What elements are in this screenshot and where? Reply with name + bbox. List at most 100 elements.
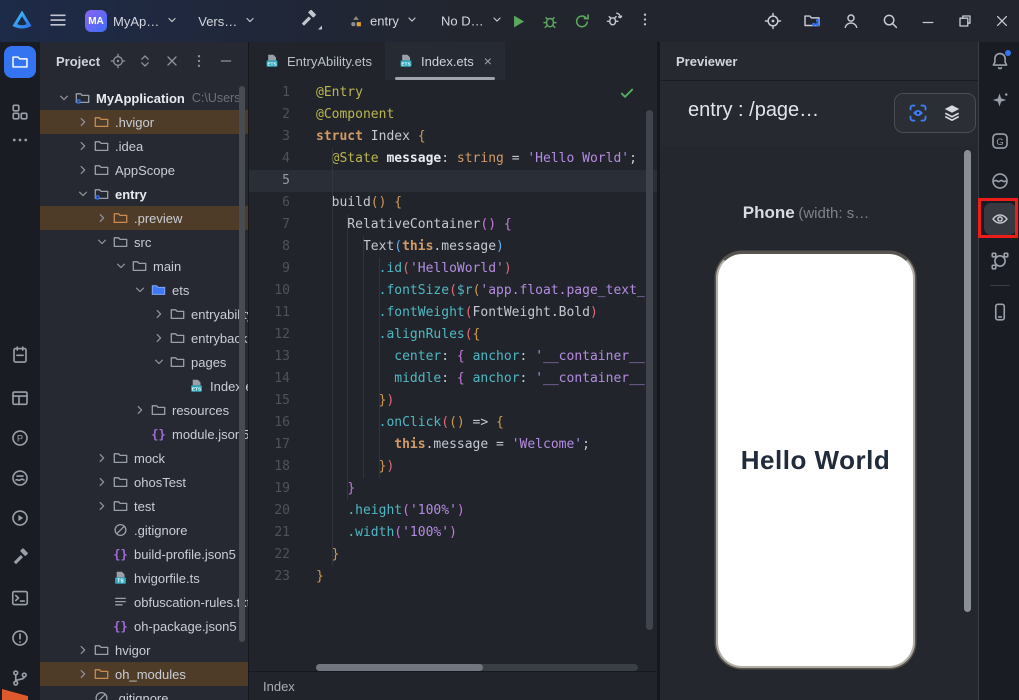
search-icon[interactable]	[881, 12, 899, 30]
tab-index-ets[interactable]: ETSIndex.ets×	[385, 42, 505, 80]
tree-item-pages[interactable]: pages	[40, 350, 248, 374]
tool-terminal[interactable]	[10, 588, 30, 608]
chevron-right-icon[interactable]	[94, 450, 110, 466]
tree-item-appscope[interactable]: AppScope	[40, 158, 248, 182]
expand-collapse-icon[interactable]	[137, 53, 153, 69]
account-icon[interactable]	[842, 12, 860, 30]
g-badge-tool-tool[interactable]: G	[990, 131, 1010, 151]
code-line-9[interactable]: 9 .id('HelloWorld')	[249, 258, 657, 280]
hide-icon[interactable]	[218, 53, 234, 69]
window-minimize-button[interactable]	[920, 13, 936, 29]
chevron-down-icon[interactable]	[132, 282, 148, 298]
code-line-12[interactable]: 12 .alignRules({	[249, 324, 657, 346]
tree-item-ets[interactable]: ets	[40, 278, 248, 302]
inspector-mode-button[interactable]	[908, 103, 928, 123]
project-structure-icon[interactable]	[803, 12, 821, 30]
code-line-5[interactable]: 5	[249, 170, 657, 192]
tool-more[interactable]	[10, 130, 30, 150]
code-line-17[interactable]: 17 this.message = 'Welcome';	[249, 434, 657, 456]
tree-item-entry[interactable]: entry	[40, 182, 248, 206]
tree-item-test[interactable]: test	[40, 494, 248, 518]
tree-item-entryability[interactable]: entryability	[40, 302, 248, 326]
tab-close-icon[interactable]: ×	[484, 53, 492, 69]
target-icon[interactable]	[110, 53, 126, 69]
code-line-22[interactable]: 22 }	[249, 544, 657, 566]
tree-item-oh-package-json5[interactable]: {}oh-package.json5	[40, 614, 248, 638]
project-tree-scrollbar[interactable]	[239, 86, 245, 642]
tool-layout[interactable]	[10, 388, 30, 408]
tree-item-mock[interactable]: mock	[40, 446, 248, 470]
tree-item-build-profile-json5[interactable]: {}build-profile.json5	[40, 542, 248, 566]
notifications-tool[interactable]	[990, 51, 1010, 71]
code-line-18[interactable]: 18 })	[249, 456, 657, 478]
phone-preview[interactable]: Hello World	[716, 252, 915, 668]
chevron-down-icon[interactable]	[56, 90, 72, 106]
wave-tool-tool[interactable]	[990, 171, 1010, 191]
chevron-right-icon[interactable]	[75, 642, 91, 658]
code-line-21[interactable]: 21 .width('100%')	[249, 522, 657, 544]
chevron-right-icon[interactable]	[94, 498, 110, 514]
run-button[interactable]	[509, 12, 527, 30]
chevron-down-icon[interactable]	[113, 258, 129, 274]
chevron-down-icon[interactable]	[94, 234, 110, 250]
deveco-logo-icon[interactable]	[10, 8, 34, 32]
tree-item-hvigorfile-ts[interactable]: TShvigorfile.ts	[40, 566, 248, 590]
tree-item-main[interactable]: main	[40, 254, 248, 278]
code-line-19[interactable]: 19 }	[249, 478, 657, 500]
tree-item-entrybackupability[interactable]: entrybackupability	[40, 326, 248, 350]
device-selector[interactable]: No D…	[441, 13, 504, 30]
tool-services[interactable]	[10, 508, 30, 528]
chevron-right-icon[interactable]	[75, 114, 91, 130]
previewer-scrollbar[interactable]	[964, 150, 971, 612]
device-connector-tool[interactable]	[990, 302, 1010, 322]
chevron-right-icon[interactable]	[94, 474, 110, 490]
tree-item-index-ets[interactable]: ETSIndex.ets	[40, 374, 248, 398]
collapse-all-icon[interactable]	[164, 53, 180, 69]
tree-item-src[interactable]: src	[40, 230, 248, 254]
tree-item-resources[interactable]: resources	[40, 398, 248, 422]
debug-button[interactable]	[541, 12, 559, 30]
code-line-15[interactable]: 15 })	[249, 390, 657, 412]
layers-mode-button[interactable]	[942, 103, 962, 123]
chevron-down-icon[interactable]	[151, 354, 167, 370]
tree-item-obfuscation-rules-txt[interactable]: obfuscation-rules.txt	[40, 590, 248, 614]
editor-vertical-scrollbar[interactable]	[646, 110, 653, 630]
tree-item--preview[interactable]: .preview	[40, 206, 248, 230]
tool-build[interactable]	[10, 548, 30, 568]
vcs-widget[interactable]: Vers…	[198, 13, 257, 30]
tree-item--hvigor[interactable]: .hvigor	[40, 110, 248, 134]
code-line-7[interactable]: 7 RelativeContainer() {	[249, 214, 657, 236]
tree-item-myapplication[interactable]: MyApplicationC:\Users\	[40, 86, 248, 110]
tool-profiler[interactable]	[10, 468, 30, 488]
locate-icon[interactable]	[764, 12, 782, 30]
code-line-20[interactable]: 20 .height('100%')	[249, 500, 657, 522]
more-actions-button[interactable]	[637, 12, 653, 28]
code-line-6[interactable]: 6 build() {	[249, 192, 657, 214]
debug-restart-button[interactable]	[605, 11, 623, 29]
chevron-right-icon[interactable]	[75, 666, 91, 682]
project-widget[interactable]: MAMyAp…	[85, 10, 179, 32]
code-line-14[interactable]: 14 middle: { anchor: '__container__'	[249, 368, 657, 390]
previewer-tool[interactable]	[984, 203, 1016, 235]
code-line-4[interactable]: 4 @State message: string = 'Hello World'…	[249, 148, 657, 170]
code-line-3[interactable]: 3struct Index {	[249, 126, 657, 148]
build-button[interactable]	[298, 10, 318, 33]
window-restore-button[interactable]	[957, 13, 973, 29]
chevron-right-icon[interactable]	[94, 210, 110, 226]
tree-item--idea[interactable]: .idea	[40, 134, 248, 158]
chevron-right-icon[interactable]	[75, 162, 91, 178]
tree-item-module-json5[interactable]: {}module.json5	[40, 422, 248, 446]
code-line-23[interactable]: 23}	[249, 566, 657, 588]
module-selector[interactable]: entry	[348, 13, 419, 30]
more-vertical-icon[interactable]	[191, 53, 207, 69]
tree-item--gitignore[interactable]: .gitignore	[40, 518, 248, 542]
code-line-10[interactable]: 10 .fontSize($r('app.float.page_text_f	[249, 280, 657, 302]
tool-problems[interactable]	[10, 628, 30, 648]
chevron-right-icon[interactable]	[151, 330, 167, 346]
main-menu-icon[interactable]	[48, 10, 68, 30]
chevron-right-icon[interactable]	[132, 402, 148, 418]
tool-structure[interactable]	[10, 102, 30, 122]
tree-item-hvigor[interactable]: hvigor	[40, 638, 248, 662]
tool-project-active[interactable]	[4, 46, 36, 78]
tool-notes[interactable]	[10, 345, 30, 365]
